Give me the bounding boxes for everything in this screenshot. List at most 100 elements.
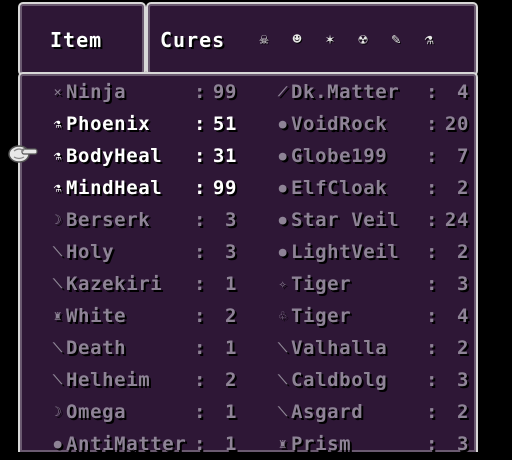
cures-header-window: Cures ☠ ☻ ✶ ☢ ✎ ⚗ [146,2,478,76]
feather-icon: ✎ [391,30,401,48]
item-quantity: 2 [456,177,469,199]
item-entry[interactable]: ● Globe199:7 [275,140,490,172]
item-name: Prism [291,433,352,455]
item-quantity: 1 [224,401,237,423]
item-separator: : [425,273,439,295]
item-entry[interactable]: ● AntiMatter:1 [50,428,275,460]
item-quantity: 1 [224,273,237,295]
item-separator: : [193,241,207,263]
item-quantity: 20 [444,113,469,135]
item-entry[interactable]: ✕ Ninja:99 [50,76,275,108]
item-entry[interactable]: ♧ Tiger:4 [275,300,490,332]
sword-icon: ⟍ [53,340,63,356]
item-name: Star Veil [291,209,400,231]
item-entry[interactable]: ⟍ Death:1 [50,332,275,364]
potion-icon: ⚗ [53,116,63,132]
dagger-icon: ⟋ [278,84,288,100]
item-quantity: 24 [444,209,469,231]
item-quantity: 7 [456,145,469,167]
item-name: Helheim [66,369,151,391]
item-entry[interactable]: ● VoidRock:20 [275,108,490,140]
claw-icon: ♧ [278,308,288,324]
poison-icon: ☠ [259,30,269,48]
item-name: Ninja [66,81,127,103]
skull-icon: ☢ [358,30,368,48]
item-list-window: ✕ Ninja:99 ⟋ Dk.Matter:4 ⚗ Phoenix:51 ● VoidRoc… [18,72,478,455]
cures-header-label: Cures [160,28,226,52]
item-entry[interactable]: ☽ Omega:1 [50,396,275,428]
item-entry[interactable]: ● Star Veil:24 [275,204,490,236]
item-entry[interactable]: ⟋ Dk.Matter:4 [275,76,490,108]
item-entry[interactable]: ⟍ Asgard:2 [275,396,490,428]
item-entry[interactable]: ♜ White:2 [50,300,275,332]
item-quantity: 99 [212,177,237,199]
item-separator: : [193,113,207,135]
potion-icon: ⚗ [424,30,434,48]
item-entry[interactable]: ⚗ MindHeal:99 [50,172,275,204]
item-quantity: 1 [224,337,237,359]
item-quantity: 4 [456,81,469,103]
item-separator: : [425,369,439,391]
orb-icon: ● [278,180,288,196]
item-entry[interactable]: ⟍ Caldbolg:3 [275,364,490,396]
item-entry[interactable]: ♜ Prism:3 [275,428,490,460]
item-separator: : [193,177,207,199]
item-quantity: 3 [456,369,469,391]
item-quantity: 2 [456,241,469,263]
sword-icon: ⟍ [278,340,288,356]
sword-icon: ⟍ [278,404,288,420]
item-name: BodyHeal [66,145,163,167]
item-separator: : [193,433,207,455]
item-separator: : [193,81,207,103]
item-quantity: 99 [212,81,237,103]
item-entry[interactable]: ⚗ BodyHeal:31 [50,140,275,172]
item-entry[interactable]: ✧ Tiger:3 [275,268,490,300]
item-quantity: 31 [212,145,237,167]
status-icon-row: ☠ ☻ ✶ ☢ ✎ ⚗ [254,30,439,48]
bow-icon: ☽ [53,404,63,420]
item-entry[interactable]: ⟍ Holy:3 [50,236,275,268]
item-quantity: 2 [456,337,469,359]
item-entry[interactable]: ● ElfCloak:2 [275,172,490,204]
item-name: VoidRock [291,113,388,135]
sword-icon: ⟍ [53,244,63,260]
item-separator: : [193,273,207,295]
item-name: White [66,305,127,327]
orb-icon: ● [278,116,288,132]
item-separator: : [425,177,439,199]
bow-icon: ☽ [53,212,63,228]
item-name: Berserk [66,209,151,231]
item-entry[interactable]: ⟍ Helheim:2 [50,364,275,396]
item-quantity: 51 [212,113,237,135]
item-name: Asgard [291,401,364,423]
item-entry[interactable]: ⚗ Phoenix:51 [50,108,275,140]
item-quantity: 3 [224,209,237,231]
orb-icon: ● [53,436,63,452]
item-quantity: 1 [224,433,237,455]
item-entry[interactable]: ● LightVeil:2 [275,236,490,268]
item-name: Phoenix [66,113,151,135]
item-name: Kazekiri [66,273,163,295]
item-quantity: 2 [224,369,237,391]
item-quantity: 4 [456,305,469,327]
item-name: Valhalla [291,337,388,359]
item-entry[interactable]: ⟍ Valhalla:2 [275,332,490,364]
item-separator: : [425,337,439,359]
item-name: Caldbolg [291,369,388,391]
item-name: Globe199 [291,145,388,167]
item-name: Death [66,337,127,359]
item-quantity: 2 [456,401,469,423]
item-separator: : [193,305,207,327]
item-quantity: 2 [224,305,237,327]
item-entry[interactable]: ☽ Berserk:3 [50,204,275,236]
item-name: Omega [66,401,127,423]
star-icon: ✕ [53,84,63,100]
item-quantity: 3 [224,241,237,263]
item-entry[interactable]: ⟍ Kazekiri:1 [50,268,275,300]
item-header-window[interactable]: Item [18,2,146,76]
potion-icon: ⚗ [53,180,63,196]
item-name: Holy [66,241,115,263]
item-separator: : [425,209,439,231]
sword-icon: ⟍ [278,372,288,388]
item-grid: ✕ Ninja:99 ⟋ Dk.Matter:4 ⚗ Phoenix:51 ● VoidRoc… [50,76,490,460]
